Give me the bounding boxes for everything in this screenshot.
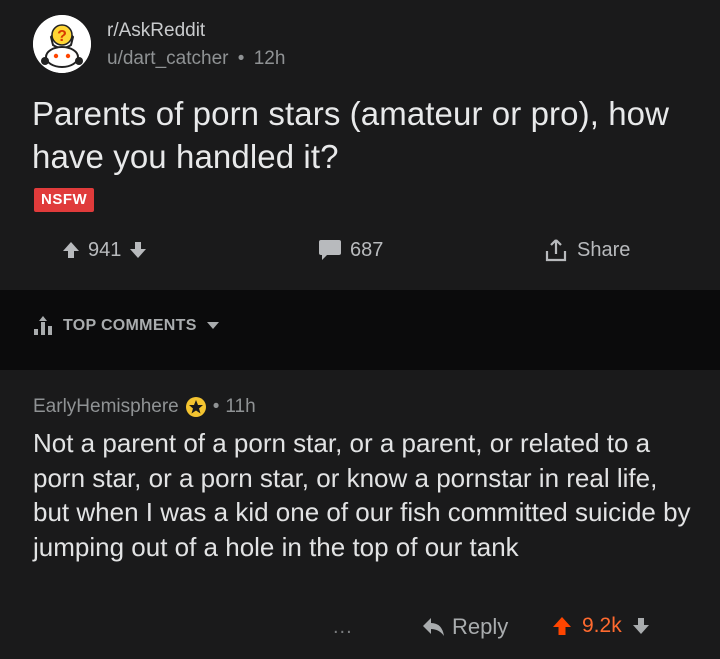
comment-vote-group: 9.2k — [552, 614, 650, 638]
comment-author[interactable]: EarlyHemisphere — [33, 396, 179, 418]
comment-score: 9.2k — [582, 614, 622, 637]
share-button[interactable]: Share — [543, 228, 630, 272]
comment-actions: ... Reply 9.2k — [0, 608, 720, 652]
comment-card: EarlyHemisphere • 11h Not a parent of a … — [0, 370, 720, 659]
comment-count: 687 — [350, 238, 384, 261]
reply-arrow-icon — [423, 618, 444, 636]
downvote-icon[interactable] — [129, 241, 147, 259]
share-icon — [545, 239, 567, 262]
post-age: 12h — [253, 48, 286, 69]
reply-button[interactable]: Reply — [422, 614, 508, 640]
more-options-button[interactable]: ... — [333, 616, 353, 639]
upvote-icon[interactable] — [62, 241, 80, 259]
chevron-down-icon — [206, 322, 219, 329]
sort-dropdown[interactable]: TOP COMMENTS — [33, 316, 219, 336]
post-card: ? r/AskReddit u/dart_catcher • 12h Paren… — [0, 0, 720, 290]
top-sort-icon — [34, 316, 52, 335]
post-meta: u/dart_catcher • 12h — [107, 48, 285, 70]
reply-label: Reply — [452, 614, 509, 639]
nsfw-badge: NSFW — [34, 188, 95, 212]
upvote-icon[interactable] — [552, 616, 572, 636]
subreddit-name[interactable]: r/AskReddit — [107, 20, 205, 42]
comment-icon — [319, 240, 341, 260]
post-actions: 941 687 Share — [0, 228, 720, 272]
comments-button[interactable]: 687 — [318, 228, 383, 272]
upvote-count: 941 — [88, 238, 122, 261]
subreddit-avatar[interactable]: ? — [33, 15, 91, 73]
comment-meta-separator: • — [212, 396, 220, 417]
vote-group: 941 — [62, 228, 147, 272]
post-title[interactable]: Parents of porn stars (amateur or pro), … — [32, 92, 682, 178]
award-star-icon — [185, 397, 206, 417]
comment-age: 11h — [225, 396, 256, 417]
askreddit-logo-icon: ? — [33, 15, 91, 73]
comment-body: Not a parent of a porn star, or a parent… — [33, 428, 691, 562]
post-author[interactable]: u/dart_catcher — [107, 48, 228, 69]
svg-text:?: ? — [57, 28, 67, 45]
share-label: Share — [577, 238, 631, 261]
sort-label: TOP COMMENTS — [63, 317, 197, 334]
meta-separator: • — [237, 48, 245, 69]
comment-meta: EarlyHemisphere • 11h — [33, 396, 256, 418]
downvote-icon[interactable] — [632, 617, 650, 635]
